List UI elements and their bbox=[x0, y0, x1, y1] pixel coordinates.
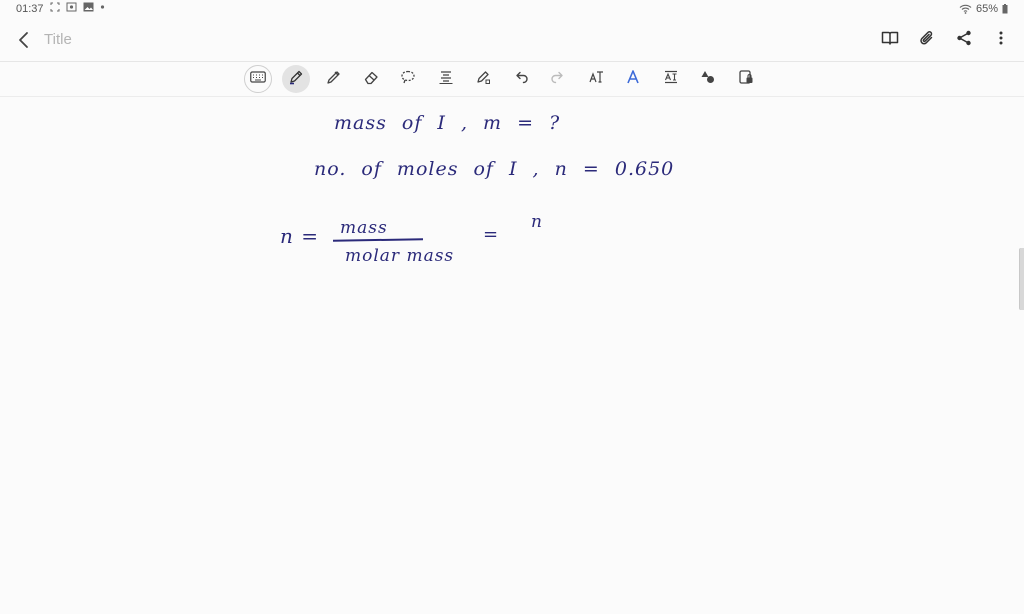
eraser-tool[interactable] bbox=[357, 65, 385, 93]
lasso-icon bbox=[400, 69, 416, 90]
insert-image-tool[interactable] bbox=[732, 65, 760, 93]
redo-button[interactable] bbox=[544, 65, 572, 93]
reading-mode-button[interactable] bbox=[879, 29, 901, 51]
text-align-icon bbox=[438, 69, 454, 90]
equation-denominator: molar mass bbox=[345, 246, 455, 266]
text-box-tool[interactable] bbox=[582, 65, 610, 93]
chevron-left-icon bbox=[14, 32, 36, 56]
shapes-icon bbox=[700, 69, 716, 90]
text-format-tool[interactable] bbox=[657, 65, 685, 93]
eraser-icon bbox=[363, 69, 379, 90]
status-bar: 01:37 65% bbox=[0, 0, 1024, 20]
shape-pen-icon bbox=[475, 69, 491, 90]
fraction-line bbox=[332, 238, 424, 242]
undo-icon bbox=[513, 69, 529, 90]
notification-dot-icon bbox=[100, 2, 105, 12]
status-time: 01:37 bbox=[16, 3, 44, 15]
image-lock-icon bbox=[738, 69, 754, 90]
scroll-handle[interactable] bbox=[1019, 248, 1024, 310]
attach-button[interactable] bbox=[916, 29, 938, 51]
gallery-icon bbox=[83, 2, 94, 12]
shape-pen-tool[interactable] bbox=[469, 65, 497, 93]
undo-button[interactable] bbox=[507, 65, 535, 93]
back-button[interactable] bbox=[14, 28, 36, 52]
wifi-icon bbox=[959, 4, 972, 14]
title-field[interactable]: Title bbox=[44, 31, 72, 48]
note-line-moles: no. of moles of I , n = 0.650 bbox=[314, 158, 675, 180]
equation-equals: = bbox=[483, 224, 500, 245]
ai-assist-icon bbox=[625, 69, 641, 90]
equation-lhs: n = bbox=[280, 224, 319, 248]
appbar-actions bbox=[879, 29, 1012, 51]
screen-record-icon bbox=[50, 2, 60, 12]
text-box-icon bbox=[588, 69, 604, 90]
shapes-tool[interactable] bbox=[694, 65, 722, 93]
status-right: 65% bbox=[959, 3, 1008, 15]
highlighter-icon bbox=[325, 69, 341, 90]
battery-level: 65% bbox=[975, 3, 998, 15]
share-icon bbox=[956, 30, 972, 51]
text-align-tool[interactable] bbox=[432, 65, 460, 93]
share-button[interactable] bbox=[953, 29, 975, 51]
note-canvas[interactable]: mass of I , m = ? no. of moles of I , n … bbox=[0, 96, 1024, 614]
more-vert-icon bbox=[999, 31, 1003, 50]
note-line-mass: mass of I , m = ? bbox=[334, 112, 561, 134]
paperclip-icon bbox=[919, 29, 935, 52]
drawing-toolbar bbox=[0, 61, 1024, 97]
keyboard-tool[interactable] bbox=[244, 65, 272, 93]
ai-assist-tool[interactable] bbox=[619, 65, 647, 93]
app-bar: Title bbox=[0, 20, 1024, 60]
screenshot-icon bbox=[66, 2, 77, 12]
equation-numerator: mass bbox=[340, 218, 388, 238]
redo-icon bbox=[550, 69, 566, 90]
lasso-tool[interactable] bbox=[394, 65, 422, 93]
highlighter-tool[interactable] bbox=[319, 65, 347, 93]
status-icons bbox=[50, 2, 105, 12]
pen-icon bbox=[288, 69, 304, 90]
pen-tool[interactable] bbox=[281, 65, 310, 93]
keyboard-icon bbox=[250, 70, 266, 88]
text-format-icon bbox=[663, 69, 679, 90]
book-icon bbox=[881, 30, 899, 51]
more-options-button[interactable] bbox=[990, 29, 1012, 51]
equation-rhs: n bbox=[531, 212, 543, 232]
battery-icon bbox=[1002, 4, 1008, 14]
